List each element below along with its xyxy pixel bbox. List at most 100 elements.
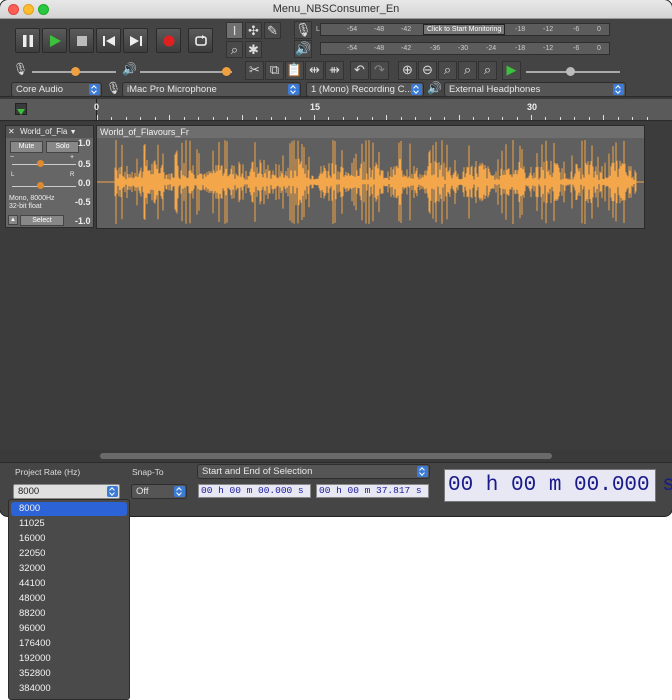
rate-option-384000[interactable]: 384000 — [11, 682, 127, 696]
zoom-out-button[interactable]: ⊖ — [418, 61, 437, 80]
play-button[interactable] — [42, 28, 67, 53]
skip-start-icon — [103, 36, 115, 46]
record-button[interactable] — [156, 28, 181, 53]
rate-option-48000[interactable]: 48000 — [11, 592, 127, 606]
loop-button[interactable] — [188, 28, 213, 53]
select-arrow-icon — [174, 486, 185, 497]
scale-label: -1.0 — [75, 216, 91, 226]
rate-option-88200[interactable]: 88200 — [11, 607, 127, 621]
audio-clip[interactable]: World_of_Flavours_Fr — [96, 125, 645, 229]
record-meter-button[interactable]: 🎙 — [294, 21, 312, 39]
timeline-options-button[interactable] — [15, 103, 27, 115]
record-meter[interactable]: L -54 -48 -42 Click to Start Monitoring … — [316, 23, 610, 36]
select-arrow-icon — [107, 486, 118, 497]
mute-button[interactable]: Mute — [10, 141, 43, 153]
record-icon — [163, 35, 175, 47]
clip-name[interactable]: World_of_Flavours_Fr — [97, 126, 644, 138]
project-rate-dropdown[interactable]: 8000 11025 16000 22050 32000 44100 48000 88200 9… — [8, 499, 130, 700]
fit-project-icon: ⌕ — [463, 62, 472, 77]
meter-tick: 0 — [597, 45, 601, 52]
trim-button[interactable]: ⇹ — [305, 61, 324, 80]
output-volume-thumb[interactable] — [222, 67, 231, 76]
loop-icon — [195, 35, 207, 46]
audacity-window: Menu_NBSConsumer_En I ✣ ✎ ⌕ ✱ 🎙 L -54 -4… — [0, 0, 672, 516]
pause-button[interactable] — [15, 28, 40, 53]
gain-plus-label: + — [70, 154, 75, 161]
zoom-toggle-button[interactable]: ⌕ — [478, 61, 497, 80]
input-volume-thumb[interactable] — [71, 67, 80, 76]
ruler-tick-label: 0 — [94, 102, 100, 112]
rate-option-32000[interactable]: 32000 — [11, 562, 127, 576]
speaker-icon: 🔊 — [427, 81, 442, 95]
track-rate-info: Mono, 8000Hz — [9, 195, 55, 202]
waveform[interactable] — [97, 138, 644, 228]
microphone-icon: 🎙 — [295, 22, 312, 37]
gain-thumb[interactable] — [37, 160, 44, 167]
meter-tick: -6 — [573, 45, 580, 52]
rate-option-22050[interactable]: 22050 — [11, 547, 127, 561]
rate-option-11025[interactable]: 11025 — [11, 517, 127, 531]
close-track-icon[interactable]: ✕ — [8, 127, 15, 136]
rate-option-176400[interactable]: 176400 — [11, 637, 127, 651]
silence-button[interactable]: ⇻ — [325, 61, 344, 80]
meter-tick: 0 — [597, 26, 601, 33]
fit-selection-button[interactable]: ⌕ — [438, 61, 457, 80]
audio-host-select[interactable]: Core Audio — [11, 82, 102, 97]
rate-option-8000[interactable]: 8000 — [11, 502, 127, 516]
skip-end-icon — [130, 36, 142, 46]
audio-position-value: 00 h 00 m 00.000 s — [448, 474, 672, 497]
undo-button[interactable]: ↶ — [350, 61, 369, 80]
start-monitoring-button[interactable]: Click to Start Monitoring — [423, 24, 506, 35]
pan-slider[interactable] — [12, 186, 76, 187]
meter-tick: -18 — [515, 26, 526, 33]
input-channels-select[interactable]: 1 (Mono) Recording C... — [306, 82, 424, 97]
rate-option-352800[interactable]: 352800 — [11, 667, 127, 681]
meter-tick: -48 — [374, 45, 385, 52]
timeline-ruler[interactable]: 0 15 30 — [0, 99, 672, 121]
skip-to-start-button[interactable] — [96, 28, 121, 53]
scrollbar-thumb[interactable] — [100, 453, 552, 459]
fit-project-button[interactable]: ⌕ — [458, 61, 477, 80]
pan-right-label: R — [70, 172, 75, 178]
play-at-speed-button[interactable]: ▶ — [502, 61, 521, 80]
rate-option-96000[interactable]: 96000 — [11, 622, 127, 636]
selection-mode-select[interactable]: Start and End of Selection — [197, 464, 430, 479]
playback-meter-button[interactable]: 🔊 — [294, 40, 312, 58]
fit-selection-icon: ⌕ — [443, 62, 452, 77]
rate-option-192000[interactable]: 192000 — [11, 652, 127, 666]
pan-left-label: L — [11, 172, 15, 178]
output-volume-slider[interactable] — [140, 71, 232, 73]
output-device-select[interactable]: External Headphones — [444, 82, 626, 97]
collapse-track-button[interactable]: ▲ — [8, 215, 18, 225]
rate-option-16000[interactable]: 16000 — [11, 532, 127, 546]
zoom-in-button[interactable]: ⊕ — [398, 61, 417, 80]
gain-slider[interactable] — [12, 164, 76, 165]
zoom-tool[interactable]: ⌕ — [226, 41, 243, 58]
horizontal-scrollbar[interactable] — [0, 450, 672, 462]
draw-tool[interactable]: ✎ — [264, 22, 281, 39]
project-rate-label: Project Rate (Hz) — [15, 467, 81, 477]
copy-button[interactable]: ⧉ — [265, 61, 284, 80]
cut-button[interactable]: ✂ — [245, 61, 264, 80]
selection-tool[interactable]: I — [226, 22, 243, 39]
paste-button[interactable]: 📋 — [285, 61, 304, 80]
snap-to-select[interactable]: Off — [131, 484, 187, 499]
skip-to-end-button[interactable] — [123, 28, 148, 53]
playback-speed-thumb[interactable] — [566, 67, 575, 76]
playback-meter[interactable]: -54 -48 -42 -36 -30 -24 -18 -12 -6 0 — [320, 42, 610, 55]
redo-button[interactable]: ↷ — [370, 61, 389, 80]
select-arrow-icon — [288, 84, 299, 95]
rate-option-44100[interactable]: 44100 — [11, 577, 127, 591]
scale-label: 0.0 — [78, 178, 91, 188]
selection-end-time[interactable]: 00 h 00 m 37.817 s — [316, 484, 429, 498]
select-track-button[interactable]: Select — [20, 215, 64, 226]
pan-thumb[interactable] — [37, 182, 44, 189]
stop-button[interactable] — [69, 28, 94, 53]
selection-start-time[interactable]: 00 h 00 m 00.000 s — [198, 484, 311, 498]
input-device-select[interactable]: iMac Pro Microphone — [122, 82, 301, 97]
selection-mode-value: Start and End of Selection — [202, 466, 313, 477]
multi-tool[interactable]: ✱ — [245, 41, 262, 58]
audio-position-time[interactable]: 00 h 00 m 00.000 s — [444, 469, 672, 502]
project-rate-select[interactable]: 8000 — [13, 484, 120, 499]
envelope-tool[interactable]: ✣ — [245, 22, 262, 39]
